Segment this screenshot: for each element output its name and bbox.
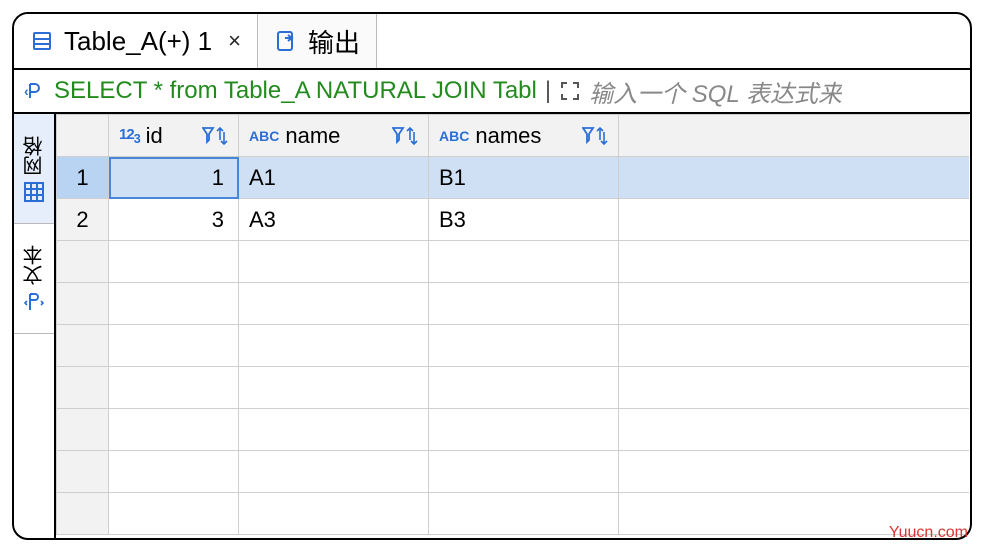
header-row: 123 id ABC name [57, 115, 969, 157]
row-number[interactable] [57, 367, 109, 409]
sql-query-text[interactable]: SELECT * from Table_A NATURAL JOIN Tabl [54, 77, 537, 105]
filter-sort-icon[interactable] [582, 126, 608, 146]
result-grid: 123 id ABC name [56, 114, 970, 538]
cell[interactable] [429, 241, 619, 283]
column-header-names[interactable]: ABC names [429, 115, 619, 157]
cell[interactable] [239, 451, 429, 493]
string-type-icon: ABC [439, 128, 469, 144]
truncate-indicator: | [545, 77, 551, 105]
expand-icon[interactable] [559, 80, 581, 102]
app-window: Table_A(+) 1 × 输出 ‹ SELECT * from Table_… [12, 12, 972, 540]
tab-label: 输出 [308, 23, 360, 60]
cell[interactable] [109, 493, 239, 535]
corner-cell[interactable] [57, 115, 109, 157]
table-row[interactable] [57, 241, 969, 283]
cell[interactable] [239, 409, 429, 451]
filter-sort-icon[interactable] [392, 126, 418, 146]
cell[interactable]: 1 [109, 157, 239, 199]
table-row[interactable] [57, 493, 969, 535]
cell[interactable]: A1 [239, 157, 429, 199]
table-row[interactable]: 23A3B3 [57, 199, 969, 241]
view-tab-grid[interactable]: 网格 [14, 114, 54, 224]
data-table: 123 id ABC name [56, 114, 969, 535]
cell[interactable] [429, 283, 619, 325]
row-number[interactable] [57, 325, 109, 367]
watermark: Yuucn.com [889, 524, 968, 542]
filter-sort-icon[interactable] [202, 126, 228, 146]
empty-cell [619, 241, 969, 283]
column-header-name[interactable]: ABC name [239, 115, 429, 157]
empty-cell [619, 157, 969, 199]
view-tab-text[interactable]: 文本 [14, 224, 54, 334]
table-row[interactable] [57, 325, 969, 367]
text-cursor-icon [24, 291, 44, 313]
tab-table-a[interactable]: Table_A(+) 1 × [14, 14, 258, 68]
svg-text:‹: ‹ [24, 83, 29, 99]
cell[interactable] [429, 409, 619, 451]
row-number[interactable] [57, 283, 109, 325]
cell[interactable] [429, 493, 619, 535]
empty-cell [619, 199, 969, 241]
row-number[interactable] [57, 451, 109, 493]
table-row[interactable] [57, 451, 969, 493]
string-type-icon: ABC [249, 128, 279, 144]
view-switcher: 网格 文本 [14, 114, 56, 538]
cell[interactable]: B1 [429, 157, 619, 199]
cell[interactable] [109, 283, 239, 325]
column-name: names [475, 123, 541, 149]
view-tab-label: 文本 [20, 245, 49, 285]
cell[interactable] [109, 409, 239, 451]
close-icon[interactable]: × [222, 28, 241, 54]
table-row[interactable] [57, 283, 969, 325]
content-body: 网格 文本 [14, 114, 970, 538]
empty-cell [619, 325, 969, 367]
cell[interactable]: 3 [109, 199, 239, 241]
row-number[interactable] [57, 241, 109, 283]
table-row[interactable] [57, 367, 969, 409]
cell[interactable]: B3 [429, 199, 619, 241]
tab-bar: Table_A(+) 1 × 输出 [14, 14, 970, 70]
cell[interactable] [429, 367, 619, 409]
row-number[interactable]: 1 [57, 157, 109, 199]
cell[interactable] [429, 325, 619, 367]
tab-output[interactable]: 输出 [258, 14, 377, 68]
row-number[interactable]: 2 [57, 199, 109, 241]
view-tab-label: 网格 [20, 136, 49, 176]
column-name: id [146, 123, 163, 149]
number-type-icon: 123 [119, 126, 140, 146]
empty-cell [619, 409, 969, 451]
grid-icon [24, 182, 44, 202]
table-row[interactable] [57, 409, 969, 451]
cell[interactable] [109, 241, 239, 283]
cell[interactable] [239, 367, 429, 409]
empty-cell [619, 367, 969, 409]
cell[interactable]: A3 [239, 199, 429, 241]
empty-column [619, 115, 969, 157]
cell[interactable] [109, 325, 239, 367]
column-header-id[interactable]: 123 id [109, 115, 239, 157]
cell[interactable] [239, 325, 429, 367]
empty-cell [619, 451, 969, 493]
tab-label: Table_A(+) 1 [64, 26, 212, 57]
table-icon [30, 29, 54, 53]
table-row[interactable]: 11A1B1 [57, 157, 969, 199]
cell[interactable] [429, 451, 619, 493]
cell[interactable] [109, 367, 239, 409]
sql-placeholder[interactable]: 输入一个 SQL 表达式来 [589, 74, 842, 109]
column-name: name [285, 123, 340, 149]
sql-bar: ‹ SELECT * from Table_A NATURAL JOIN Tab… [14, 70, 970, 114]
row-number[interactable] [57, 409, 109, 451]
cell[interactable] [239, 283, 429, 325]
empty-cell [619, 283, 969, 325]
cell[interactable] [109, 451, 239, 493]
cell[interactable] [239, 241, 429, 283]
cell[interactable] [239, 493, 429, 535]
sql-edit-icon[interactable]: ‹ [22, 79, 46, 103]
row-number[interactable] [57, 493, 109, 535]
output-icon [274, 29, 298, 53]
